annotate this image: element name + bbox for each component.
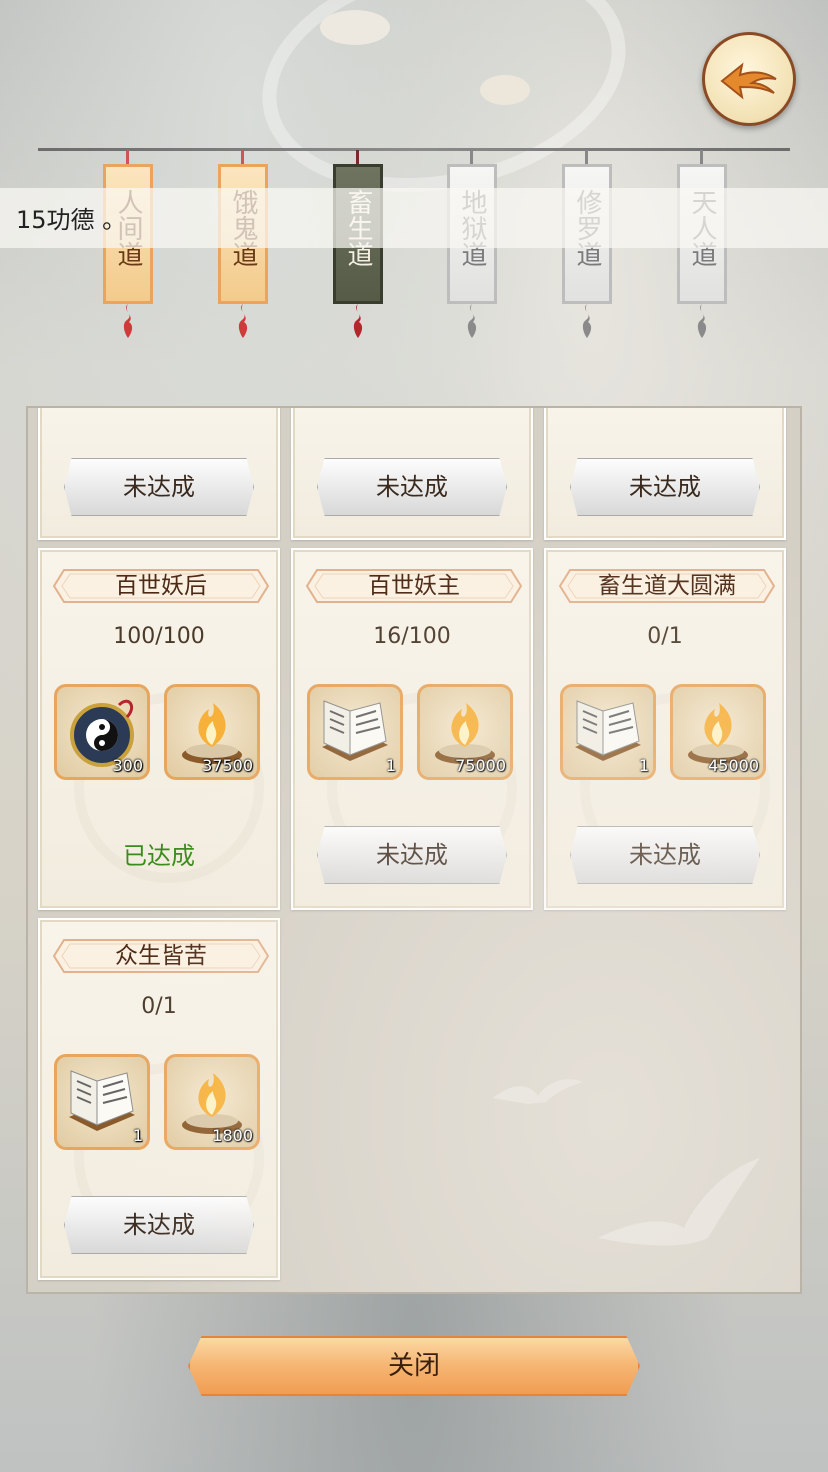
reward-item[interactable]: 45000 [670, 684, 766, 780]
achievement-card: 百世妖主 16/100 1 75000 未达成 [291, 548, 533, 910]
claim-button[interactable]: 未达成 [317, 826, 507, 884]
reward-item[interactable]: 300 [54, 684, 150, 780]
reward-item[interactable]: 1 [560, 684, 656, 780]
achievement-panel[interactable]: 未达成 未达成 未达成 百世妖后 100/100 300 37500 已达成 百… [26, 406, 802, 1294]
close-button[interactable]: 关闭 [188, 1336, 640, 1396]
reward-count: 1 [132, 1126, 143, 1145]
card-title-bar: 众生皆苦 [52, 938, 270, 974]
claim-button[interactable]: 未达成 [570, 826, 760, 884]
crane-icon [598, 1158, 760, 1246]
reward-item[interactable]: 37500 [164, 684, 260, 780]
reward-count: 1800 [212, 1126, 253, 1145]
yin-yang-dot [480, 75, 530, 105]
reward-count: 1 [385, 756, 396, 775]
reward-item[interactable]: 1800 [164, 1054, 260, 1150]
yin-yang-dot [320, 10, 390, 45]
back-arrow-icon [720, 62, 777, 100]
reward-item[interactable]: 1 [54, 1054, 150, 1150]
tassel-icon [238, 304, 248, 338]
reward-item[interactable]: 75000 [417, 684, 513, 780]
achievement-title: 众生皆苦 [115, 943, 207, 969]
achievement-card: 众生皆苦 0/1 1 1800 未达成 [38, 918, 280, 1280]
merit-text: 15功德 。 [16, 206, 127, 234]
tab-rope [38, 148, 790, 151]
reward-count: 1 [638, 756, 649, 775]
reward-count: 300 [112, 756, 143, 775]
tassel-icon [123, 304, 133, 338]
achievement-card-partial: 未达成 [544, 408, 786, 540]
crane-icon [493, 1079, 583, 1104]
card-title-bar: 百世妖后 [52, 568, 270, 604]
achieved-status: 已达成 [123, 842, 195, 870]
card-title-bar: 畜生道大圆满 [558, 568, 776, 604]
achievement-card: 畜生道大圆满 0/1 1 45000 未达成 [544, 548, 786, 910]
achievement-progress: 0/1 [647, 624, 683, 649]
card-title-bar: 百世妖主 [305, 568, 523, 604]
back-button[interactable] [702, 32, 796, 126]
status-button[interactable]: 未达成 [317, 458, 507, 516]
achievement-progress: 100/100 [113, 624, 205, 649]
reward-count: 75000 [455, 756, 506, 775]
tassel-icon [582, 304, 592, 338]
achievement-title: 畜生道大圆满 [598, 573, 736, 599]
tassel-icon [467, 304, 477, 338]
status-button[interactable]: 未达成 [64, 458, 254, 516]
achievement-title: 百世妖主 [368, 573, 460, 599]
achievement-progress: 0/1 [141, 994, 177, 1019]
reward-count: 37500 [202, 756, 253, 775]
achievement-card: 百世妖后 100/100 300 37500 已达成 [38, 548, 280, 910]
tassel-icon [697, 304, 707, 338]
achievement-card-partial: 未达成 [38, 408, 280, 540]
reward-count: 45000 [708, 756, 759, 775]
claim-button[interactable]: 未达成 [64, 1196, 254, 1254]
achievement-title: 百世妖后 [115, 573, 207, 599]
status-button[interactable]: 未达成 [570, 458, 760, 516]
reward-item[interactable]: 1 [307, 684, 403, 780]
achievement-progress: 16/100 [373, 624, 451, 649]
achievement-card-partial: 未达成 [291, 408, 533, 540]
tassel-icon [353, 304, 363, 338]
